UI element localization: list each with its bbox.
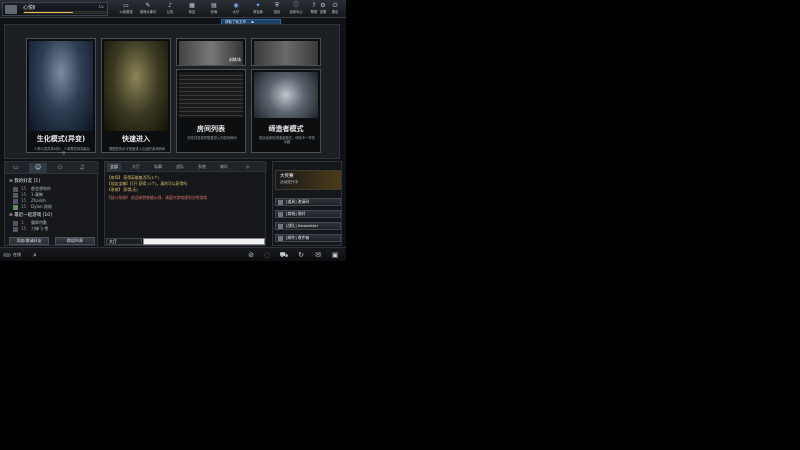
envelope-icon[interactable]: ✉ (313, 250, 323, 260)
shop-icon: ▦ (189, 2, 195, 9)
xp-bar (23, 11, 107, 14)
mode-title: 缔造者模式 (268, 125, 304, 133)
nav-competitive[interactable]: ▭ 火线竞技 (115, 2, 137, 17)
footer-bar: 在线 ⌕ ⊘ ◌ ⛟ ↻ ✉ ▣ (0, 247, 346, 261)
tab-friends[interactable]: ☺ (29, 163, 47, 173)
player-card[interactable]: 心悦Ⅱ Lv. (2, 2, 108, 16)
envelope-icon (278, 236, 283, 241)
nav-lobby[interactable]: ◉ 大厅 (225, 2, 247, 17)
notepad-icon: ✎ (145, 2, 151, 9)
nav-shop[interactable]: ▦ 商店 (181, 2, 203, 17)
chat-tab-all[interactable]: 全部 (107, 163, 121, 171)
chat-input[interactable] (143, 238, 265, 245)
power-icon: ⏻ (332, 2, 338, 9)
item-icon (278, 200, 283, 205)
channel-select[interactable]: 大厅 (106, 238, 142, 245)
tab-screen[interactable]: ▭ (7, 163, 25, 173)
mode-title: 生化模式(异变) (36, 135, 86, 143)
list-item[interactable]: 15 Dylan 刚刚 (13, 204, 52, 210)
mode-card-extra[interactable] (251, 38, 321, 66)
extra-art (254, 41, 318, 65)
group-header-recent[interactable]: ⊖ 最近一起游戏 [10] (9, 212, 52, 218)
promo-subtitle: 活动进行中 (280, 180, 298, 184)
xp-fill (24, 12, 74, 13)
mall-icon (278, 212, 283, 217)
chat-tab-lobby[interactable]: 大厅 (129, 163, 143, 171)
rank-icon (5, 5, 17, 14)
player-level: Lv. (99, 4, 105, 9)
nav-notice[interactable]: ♪ 公告 (159, 2, 181, 17)
soldier-art (104, 41, 168, 131)
avatar (13, 186, 18, 192)
chat-line: 【战友宝箱】打开 获得 (1个)，真的可以获得吗 (107, 181, 187, 186)
friends-tabs: ▭ ☺ ⚇ ♫ (5, 162, 99, 174)
online-status[interactable]: 在线 (3, 251, 27, 258)
side-button-mail[interactable]: [邮件] 收件箱 (275, 234, 341, 242)
nav-exit[interactable]: ⏻ 退出 (324, 2, 346, 17)
creator-art (254, 72, 318, 118)
group-header-friends[interactable]: ⊖ 我的好友 [1] (9, 178, 40, 184)
mode-card-zombie[interactable]: 生化模式(异变) 人类与变异体对抗，人类需坚持到最后一刻 (26, 38, 96, 155)
chat-tab-system[interactable]: 系统 (195, 163, 209, 171)
mode-panel: 生化模式(异变) 人类与变异体对抗，人类需坚持到最后一刻 快速进入 根据您的水平… (4, 24, 340, 159)
chat-tabs: 全部 大厅 私聊 战队 系统 喇叭 ◎ (105, 162, 267, 172)
toggle-icon (3, 253, 11, 257)
chat-tab-team[interactable]: 战队 (173, 163, 187, 171)
zombie-art (29, 41, 93, 131)
chat-line: 【系统】 获得(无) (107, 187, 138, 192)
room-list-art (179, 72, 243, 118)
game-lobby: 心悦Ⅱ Lv. ▭ 火线竞技 ✎ 游戏大事记 ♪ 公告 ▦ 商店 ▤ 仓库 ◉ 大厅 ✦ 背包… (0, 0, 346, 261)
nav-events[interactable]: ✎ 游戏大事记 (137, 2, 159, 17)
side-button-team[interactable]: [战队] Newsletter (275, 222, 341, 230)
cart-icon[interactable]: ⛟ (279, 250, 289, 260)
mode-card-rooms[interactable]: 房间列表 浏览并选择您想要进入的游戏房间 (176, 69, 246, 153)
avatar (13, 198, 18, 204)
avatar (13, 204, 18, 210)
top-bar: 心悦Ⅱ Lv. ▭ 火线竞技 ✎ 游戏大事记 ♪ 公告 ▦ 商店 ▤ 仓库 ◉ 大厅 ✦ 背包… (0, 0, 346, 18)
mode-card-creator[interactable]: 缔造者模式 挑战全新的缔造者模式，体验不一样的乐趣 (251, 69, 321, 153)
mode-desc: 挑战全新的缔造者模式，体验不一样的乐趣 (258, 136, 316, 144)
chat-tab-horn[interactable]: 喇叭 (217, 163, 231, 171)
storage-icon: ▤ (211, 2, 217, 9)
list-item[interactable]: 15 Zhailoh (13, 198, 46, 204)
search-icon[interactable]: ⌕ (30, 250, 40, 260)
mode-card-training[interactable]: 训练场 (176, 38, 246, 66)
calendar-icon[interactable]: ▣ (330, 250, 340, 260)
player-name: 心悦Ⅱ (23, 5, 36, 11)
group-list-button[interactable]: 群组列表 (55, 237, 95, 245)
mode-card-quick[interactable]: 快速进入 根据您的水平快速进入合适的游戏房间 (101, 38, 171, 153)
friends-panel: ▭ ☺ ⚇ ♫ ⊖ 我的好友 [1] 15 都会想和你 15 1·凝睇 15 Zhai… (4, 161, 99, 246)
team-icon (278, 224, 283, 229)
refresh-icon[interactable]: ↻ (296, 250, 306, 260)
add-friend-button[interactable]: 添加/邀请好友 (9, 237, 49, 245)
avatar (13, 192, 18, 198)
mode-title: 房间列表 (197, 125, 225, 133)
chat-line: 【房间】 获得英雄复活币(1个) (107, 175, 160, 180)
promo-banner[interactable]: 大奖赛 活动进行中 (275, 170, 341, 190)
promo-title: 大奖赛 (280, 174, 294, 179)
avatar (13, 226, 18, 232)
tab-group[interactable]: ⚇ (51, 163, 69, 173)
monitor-icon: ▭ (123, 2, 129, 9)
ring-icon[interactable]: ◌ (262, 250, 272, 260)
tab-music[interactable]: ♫ (73, 163, 91, 173)
tv-icon: ◉ (233, 2, 239, 9)
list-item[interactable]: 15 刀锋飞·雪 (13, 226, 48, 232)
chat-tab-private[interactable]: 私聊 (151, 163, 165, 171)
mode-desc: 浏览并选择您想要进入的游戏房间 (187, 136, 237, 140)
side-button-mall[interactable]: [商城] 限时 (275, 210, 341, 218)
speaker-icon: ♪ (168, 2, 172, 9)
mode-desc: 人类与变异体对抗，人类需坚持到最后一刻 (33, 147, 91, 155)
side-button-item[interactable]: [道具] 邀请码 (275, 198, 341, 206)
nav-storage[interactable]: ▤ 仓库 (203, 2, 225, 17)
side-panel: 大奖赛 活动进行中 [道具] 邀请码 [商城] 限时 [战队] Newslett… (272, 161, 342, 246)
chat-panel: 全部 大厅 私聊 战队 系统 喇叭 ◎ 【房间】 获得英雄复活币(1个) 【战友… (104, 161, 267, 246)
mode-desc: 根据您的水平快速进入合适的游戏房间 (108, 147, 166, 151)
chat-line: 【战斗系统】 欢迎来到穿越火线，请遵守游戏规则文明游戏 (107, 195, 207, 200)
compass-icon[interactable]: ⊘ (246, 250, 256, 260)
avatar (13, 220, 18, 226)
eye-icon[interactable]: ◎ (243, 163, 253, 171)
training-label: 训练场 (229, 57, 241, 62)
mode-title: 快速进入 (122, 135, 150, 143)
